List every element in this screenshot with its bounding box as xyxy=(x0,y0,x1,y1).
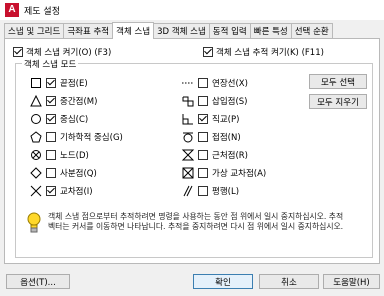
snap-apparent-row[interactable]: 가상 교차점(A) xyxy=(182,166,266,180)
node-icon xyxy=(30,149,42,161)
cancel-button[interactable]: 취소 xyxy=(259,274,319,289)
snap-parallel-checkbox[interactable] xyxy=(198,186,208,196)
snap-perpendicular-label: 직교(P) xyxy=(212,115,240,125)
center-circle-icon xyxy=(30,113,42,125)
select-all-button[interactable]: 모두 선택 xyxy=(309,74,367,89)
snap-insertion-checkbox[interactable] xyxy=(198,96,208,106)
snap-node-row[interactable]: 노드(D) xyxy=(30,148,89,162)
osnap-tracking-label: 객체 스냅 추적 켜기(K) (F11) xyxy=(216,48,324,58)
extension-dots-icon xyxy=(182,77,194,89)
osnap-modes-group: 객체 스냅 모드 끝점(E) 중간점(M) 중심(C) 기하학적 중심(G) 노… xyxy=(15,58,373,258)
parallel-icon xyxy=(182,185,194,197)
title-bar: A 제도 설정 xyxy=(0,0,384,20)
intersection-x-icon xyxy=(30,185,42,197)
snap-insertion-label: 삽입점(S) xyxy=(212,97,248,107)
lightbulb-icon xyxy=(26,212,42,234)
tab-dynamic-input[interactable]: 동적 입력 xyxy=(208,23,251,38)
snap-endpoint-label: 끝점(E) xyxy=(60,79,88,89)
quadrant-diamond-icon xyxy=(30,167,42,179)
snap-node-label: 노드(D) xyxy=(60,151,89,161)
snap-nearest-label: 근처점(R) xyxy=(212,151,248,161)
info-text: 객체 스냅 점으로부터 추적하려면 명령을 사용하는 동안 점 위에서 일시 중… xyxy=(48,212,344,231)
snap-quadrant-checkbox[interactable] xyxy=(46,168,56,178)
snap-node-checkbox[interactable] xyxy=(46,150,56,160)
tangent-icon xyxy=(182,131,194,143)
snap-geocenter-row[interactable]: 기하학적 중심(G) xyxy=(30,130,123,144)
snap-quadrant-row[interactable]: 사분점(Q) xyxy=(30,166,97,180)
autocad-logo-icon: A xyxy=(5,3,19,17)
osnap-tracking-option[interactable]: 객체 스냅 추적 켜기(K) (F11) xyxy=(203,46,324,58)
osnap-on-label: 객체 스냅 켜기(O) (F3) xyxy=(26,48,112,58)
midpoint-triangle-icon xyxy=(30,94,42,107)
snap-tangent-label: 접점(N) xyxy=(212,133,241,143)
bottom-button-bar: 옵션(T)... 확인 취소 도움말(H) xyxy=(0,266,384,296)
geometric-center-icon xyxy=(30,131,42,143)
snap-geocenter-checkbox[interactable] xyxy=(46,132,56,142)
snap-midpoint-checkbox[interactable] xyxy=(46,96,56,106)
osnap-on-checkbox[interactable] xyxy=(13,47,23,57)
ok-button[interactable]: 확인 xyxy=(193,274,253,289)
apparent-intersection-icon xyxy=(182,167,194,179)
snap-center-label: 중심(C) xyxy=(60,115,89,125)
osnap-on-option[interactable]: 객체 스냅 켜기(O) (F3) xyxy=(13,46,111,58)
nearest-hourglass-icon xyxy=(181,149,195,161)
snap-apparent-checkbox[interactable] xyxy=(198,168,208,178)
perpendicular-icon xyxy=(182,113,194,125)
snap-intersection-label: 교차점(I) xyxy=(60,187,93,197)
tab-object-snap[interactable]: 객체 스냅 xyxy=(112,22,155,39)
snap-intersection-row[interactable]: 교차점(I) xyxy=(30,184,93,198)
object-snap-panel: 객체 스냅 켜기(O) (F3) 객체 스냅 추적 켜기(K) (F11) 객체… xyxy=(4,39,380,264)
window-title: 제도 설정 xyxy=(24,6,60,17)
snap-perpendicular-checkbox[interactable] xyxy=(198,114,208,124)
snap-nearest-row[interactable]: 근처점(R) xyxy=(181,148,248,162)
snap-center-row[interactable]: 중심(C) xyxy=(30,112,88,126)
tab-quick-properties[interactable]: 빠른 특성 xyxy=(249,23,292,38)
snap-extension-row[interactable]: 연장선(X) xyxy=(182,76,248,90)
tab-snap-grid[interactable]: 스냅 및 그리드 xyxy=(4,23,65,38)
snap-midpoint-row[interactable]: 중간점(M) xyxy=(30,94,97,108)
snap-nearest-checkbox[interactable] xyxy=(198,150,208,160)
tab-bar: 스냅 및 그리드 극좌표 추적 객체 스냅 3D 객체 스냅 동적 입력 빠른 … xyxy=(4,22,380,39)
clear-all-button[interactable]: 모두 지우기 xyxy=(309,94,367,109)
snap-parallel-row[interactable]: 평행(L) xyxy=(182,184,239,198)
info-note: 객체 스냅 점으로부터 추적하려면 명령을 사용하는 동안 점 위에서 일시 중… xyxy=(26,212,346,234)
tab-selection-cycling[interactable]: 선택 순환 xyxy=(290,23,333,38)
tab-polar-tracking[interactable]: 극좌표 추적 xyxy=(63,23,114,38)
snap-extension-checkbox[interactable] xyxy=(198,78,208,88)
snap-endpoint-checkbox[interactable] xyxy=(46,78,56,88)
snap-extension-label: 연장선(X) xyxy=(212,79,248,89)
snap-quadrant-label: 사분점(Q) xyxy=(60,169,97,179)
snap-insertion-row[interactable]: 삽입점(S) xyxy=(182,94,248,108)
snap-tangent-row[interactable]: 접점(N) xyxy=(182,130,241,144)
snap-center-checkbox[interactable] xyxy=(46,114,56,124)
snap-tangent-checkbox[interactable] xyxy=(198,132,208,142)
osnap-tracking-checkbox[interactable] xyxy=(203,47,213,57)
group-title: 객체 스냅 모드 xyxy=(22,58,79,70)
snap-intersection-checkbox[interactable] xyxy=(46,186,56,196)
tab-3d-object-snap[interactable]: 3D 객체 스냅 xyxy=(153,23,210,38)
snap-geocenter-label: 기하학적 중심(G) xyxy=(60,133,123,143)
snap-apparent-label: 가상 교차점(A) xyxy=(212,169,267,179)
snap-parallel-label: 평행(L) xyxy=(212,187,240,197)
endpoint-square-icon xyxy=(30,77,42,89)
insertion-icon xyxy=(182,95,194,107)
help-button[interactable]: 도움말(H) xyxy=(323,274,380,289)
options-button[interactable]: 옵션(T)... xyxy=(6,274,70,289)
snap-endpoint-row[interactable]: 끝점(E) xyxy=(30,76,88,90)
snap-midpoint-label: 중간점(M) xyxy=(60,97,98,107)
snap-perpendicular-row[interactable]: 직교(P) xyxy=(182,112,239,126)
